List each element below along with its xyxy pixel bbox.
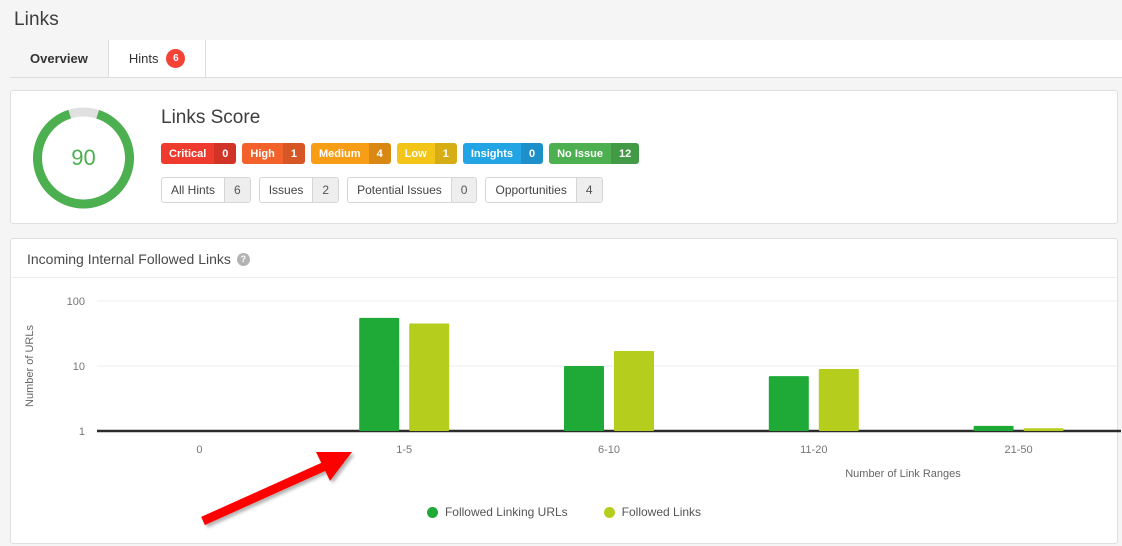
bar-1-5-1[interactable] [409,323,450,431]
filter-button-potential-issues[interactable]: Potential Issues 0 [347,177,478,203]
legend-label: Followed Links [621,505,702,519]
legend-item-1[interactable]: Followed Links [603,505,702,519]
filter-button-label: Potential Issues [357,183,442,197]
severity-pill-label: Low [404,147,427,160]
tab-overview-label: Overview [30,51,88,66]
links-score-card: 90 Links Score Critical 0 High 1 Medium 4 Low 1… [10,90,1118,224]
x-axis-tick-label: 21-50 [1005,444,1033,456]
legend-color-swatch [426,506,438,518]
page-title: Links [14,9,59,30]
x-axis-tick-label: 11-20 [800,444,827,456]
chart-header: Incoming Internal Followed Links ? [27,251,250,267]
score-gauge: 90 [27,103,140,213]
x-axis-tick-label: 6-10 [598,444,620,456]
hint-filter-row: All Hints 6 Issues 2 Potential Issues 0 Opport… [161,177,1107,203]
filter-button-all-hints[interactable]: All Hints 6 [161,177,251,203]
severity-pill-critical[interactable]: Critical 0 [161,143,237,164]
severity-pill-label: Insights [470,147,513,160]
severity-pill-insights[interactable]: Insights 0 [462,143,544,164]
y-axis-tick-label: 100 [67,296,85,308]
legend-label: Followed Linking URLs [444,505,568,519]
bar-chart: 1 10 100 Number of URLs 0 1-5 6-10 11-20 21-50 Nu… [24,296,1121,480]
question-mark-icon[interactable]: ? [236,252,250,266]
severity-pill-value: 1 [434,143,457,164]
severity-pill-value: 4 [368,143,391,164]
tab-hints[interactable]: Hints 6 [108,40,207,77]
filter-button-value: 0 [450,178,477,202]
bar-1-5-0[interactable] [359,317,400,431]
filter-button-label: Opportunities [495,183,567,197]
x-axis-tick-label: 0 [196,444,202,456]
severity-pill-low[interactable]: Low 1 [396,143,457,164]
score-value: 90 [71,145,96,170]
chart-plot-area: 1 10 100 Number of URLs 0 1-5 6-10 11-20 21-50 Nu… [11,277,1121,543]
legend-color-swatch [603,506,615,518]
severity-pill-high[interactable]: High 1 [242,143,305,164]
filter-button-issues[interactable]: Issues 2 [258,177,340,203]
chart-title: Incoming Internal Followed Links [27,251,231,267]
severity-pill-row: Critical 0 High 1 Medium 4 Low 1 Insights 0 No Iss… [161,143,1107,164]
bar-11-20-1[interactable] [818,368,859,431]
score-details: Links Score Critical 0 High 1 Medium 4 Low 1 Ins… [161,107,1107,203]
severity-pill-label: High [250,147,275,160]
severity-pill-medium[interactable]: Medium 4 [311,143,391,164]
x-axis-tick-label: 1-5 [396,444,412,456]
filter-button-value: 2 [312,178,339,202]
filter-button-opportunities[interactable]: Opportunities 4 [485,177,603,203]
bar-21-50-0[interactable] [973,425,1014,431]
severity-pill-no-issue[interactable]: No Issue 12 [549,143,640,164]
tab-hints-badge: 6 [166,49,186,68]
filter-button-value: 4 [575,178,602,202]
filter-button-value: 6 [224,178,250,202]
tab-overview[interactable]: Overview [10,40,109,77]
severity-pill-value: 12 [610,143,640,164]
chart-legend: Followed Linking URLs Followed Links [11,505,1117,519]
tab-bar: Overview Hints 6 [10,40,1122,78]
bar-6-10-1[interactable] [614,351,654,431]
severity-pill-label: No Issue [557,147,603,160]
y-axis-tick-label: 10 [73,361,85,373]
incoming-links-chart-card: Incoming Internal Followed Links ? 1 10 10… [10,238,1121,544]
bar-11-20-0[interactable] [768,376,809,431]
severity-pill-value: 1 [282,143,305,164]
y-axis-tick-label: 1 [79,426,85,438]
bar-21-50-1[interactable] [1023,428,1064,431]
severity-pill-label: Medium [319,147,361,160]
bar-6-10-0[interactable] [564,366,604,431]
legend-item-0[interactable]: Followed Linking URLs [426,505,568,519]
filter-button-label: All Hints [171,183,216,197]
severity-pill-label: Critical [169,147,207,160]
severity-pill-value: 0 [214,143,237,164]
y-axis-title: Number of URLs [24,325,36,407]
severity-pill-value: 0 [520,143,544,164]
x-axis-title: Number of Link Ranges [845,468,961,480]
filter-button-label: Issues [268,183,304,197]
tab-hints-label: Hints [128,51,159,66]
score-title: Links Score [161,107,261,128]
